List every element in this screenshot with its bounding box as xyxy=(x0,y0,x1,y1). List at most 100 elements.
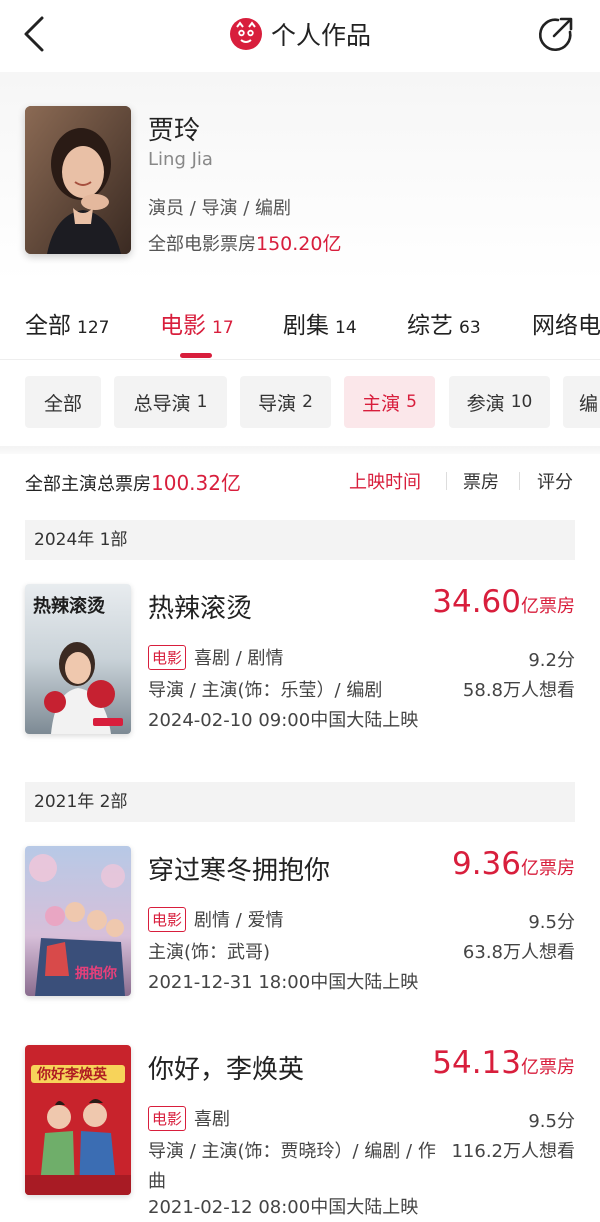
chip-label: 主演 xyxy=(362,392,401,415)
movie-item[interactable]: 拥抱你 穿过寒冬拥抱你 9.36亿票房 电影 剧情 / 爱情 9.5分 主演(饰… xyxy=(0,846,600,1016)
movie-genre: 剧情 / 爱情 xyxy=(194,910,284,931)
type-badge: 电影 xyxy=(148,1105,187,1131)
movie-release-date: 2021-12-31 18:00中国大陆上映 xyxy=(148,972,419,993)
tab-count: 127 xyxy=(77,318,110,338)
movie-title[interactable]: 你好，李焕英 xyxy=(148,1049,304,1086)
tab-count: 14 xyxy=(335,318,357,338)
lead-total-label: 全部主演总票房 xyxy=(25,474,151,495)
movie-credit: 主演(饰：武哥) xyxy=(148,942,271,963)
movie-score: 9.5分 xyxy=(528,1111,575,1132)
sort-row: 全部主演总票房100.32亿 上映时间 票房 评分 xyxy=(0,454,600,514)
profile-card: 贾玲 Ling Jia 演员 / 导演 / 编剧 全部电影票房150.20亿 xyxy=(0,72,600,282)
header-center: 个人作品 xyxy=(0,14,600,54)
chip-label: 全部 xyxy=(43,392,82,415)
person-name-en: Ling Jia xyxy=(148,149,213,170)
movie-type-genre: 电影 喜剧 xyxy=(148,1105,230,1131)
role-filter-chips: 全部 总导演 1 导演 2 主演 5 参演 10 编 xyxy=(0,360,600,446)
movie-box-office: 54.13亿票房 xyxy=(432,1045,575,1081)
chip-writer[interactable]: 编 xyxy=(563,376,600,428)
tab-variety[interactable]: 综艺 63 xyxy=(407,306,481,340)
movie-score: 9.5分 xyxy=(528,912,575,933)
type-badge: 电影 xyxy=(148,644,187,670)
box-office-unit: 亿票房 xyxy=(521,1057,575,1078)
chip-supporting-actor[interactable]: 参演 10 xyxy=(449,376,550,428)
total-box-office: 全部电影票房150.20亿 xyxy=(148,229,341,256)
movie-title[interactable]: 穿过寒冬拥抱你 xyxy=(148,850,330,887)
chip-label: 编 xyxy=(579,392,599,415)
tab-count: 63 xyxy=(459,318,481,338)
category-tabs: 全部 127 电影 17 剧集 14 综艺 63 网络电 xyxy=(0,282,600,360)
sort-by-rating[interactable]: 评分 xyxy=(537,468,573,494)
movie-poster[interactable]: 你好李焕英 xyxy=(25,1045,131,1195)
maoyan-logo-icon xyxy=(229,18,262,50)
lead-total-value: 100.32亿 xyxy=(151,471,241,495)
poster-image: 拥抱你 xyxy=(25,846,131,996)
chip-count: 5 xyxy=(406,392,417,412)
tab-count: 17 xyxy=(212,318,234,338)
year-header: 2024年 1部 xyxy=(25,520,575,560)
sort-divider xyxy=(446,472,447,490)
poster-image: 你好李焕英 xyxy=(25,1045,131,1195)
movie-want-count: 116.2万人想看 xyxy=(451,1141,575,1162)
chip-count: 10 xyxy=(510,392,533,412)
active-tab-indicator xyxy=(180,353,212,358)
movie-want-count: 63.8万人想看 xyxy=(462,942,575,963)
movie-box-office: 9.36亿票房 xyxy=(452,846,575,882)
movie-item[interactable]: 你好李焕英 你好，李焕英 54.13亿票房 电影 喜剧 9.5分 导演 / 主演… xyxy=(0,1045,600,1222)
movie-release-date: 2021-02-12 08:00中国大陆上映 xyxy=(148,1197,419,1218)
movie-score: 9.2分 xyxy=(528,650,575,671)
chip-label: 导演 xyxy=(258,392,297,415)
poster-title-text: 拥抱你 xyxy=(75,965,117,982)
box-office-number: 9.36 xyxy=(451,846,521,882)
person-roles: 演员 / 导演 / 编剧 xyxy=(148,198,292,219)
tab-label: 全部 xyxy=(25,313,71,339)
movie-genre: 喜剧 xyxy=(194,1109,231,1130)
person-name: 贾玲 xyxy=(148,116,201,146)
movie-genre: 喜剧 / 剧情 xyxy=(194,648,284,669)
chip-count: 1 xyxy=(196,392,208,412)
avatar[interactable] xyxy=(25,106,131,254)
page-title: 个人作品 xyxy=(270,21,371,50)
sort-by-box-office[interactable]: 票房 xyxy=(463,468,499,494)
box-office-number: 54.13 xyxy=(432,1045,521,1081)
sort-by-release-date[interactable]: 上映时间 xyxy=(349,468,421,494)
chip-lead-actor[interactable]: 主演 5 xyxy=(344,376,435,428)
chip-director[interactable]: 导演 2 xyxy=(240,376,331,428)
movie-type-genre: 电影 喜剧 / 剧情 xyxy=(148,644,284,670)
top-bar: 个人作品 xyxy=(0,0,600,70)
tab-series[interactable]: 剧集 14 xyxy=(283,306,357,340)
movie-credit: 导演 / 主演(饰：贾晓玲）/ 编剧 / 作曲 xyxy=(148,1141,436,1192)
chip-label: 总导演 xyxy=(133,392,191,415)
box-office-unit: 亿票房 xyxy=(521,596,575,617)
total-box-office-value: 150.20亿 xyxy=(256,233,342,255)
poster-title-text: 热辣滚烫 xyxy=(33,595,106,617)
movie-want-count: 58.8万人想看 xyxy=(462,680,575,701)
tab-web[interactable]: 网络电 xyxy=(532,306,600,340)
tab-all[interactable]: 全部 127 xyxy=(25,306,109,340)
portrait-photo xyxy=(25,106,131,254)
type-badge: 电影 xyxy=(148,906,187,932)
chip-all[interactable]: 全部 xyxy=(25,376,101,428)
lead-total-box-office: 全部主演总票房100.32亿 xyxy=(25,467,241,496)
poster-image: 热辣滚烫 xyxy=(25,584,131,734)
chip-label: 参演 xyxy=(466,392,505,415)
poster-title-text: 你好李焕英 xyxy=(36,1066,108,1083)
share-icon xyxy=(538,17,573,52)
movie-title[interactable]: 热辣滚烫 xyxy=(148,588,252,625)
tab-label: 网络电 xyxy=(532,313,600,339)
total-box-office-label: 全部电影票房 xyxy=(148,234,256,255)
share-button[interactable] xyxy=(536,14,576,54)
chip-chief-director[interactable]: 总导演 1 xyxy=(114,376,227,428)
box-office-unit: 亿票房 xyxy=(521,858,575,879)
tab-label: 剧集 xyxy=(283,313,329,339)
sort-divider xyxy=(519,472,520,490)
tab-label: 综艺 xyxy=(407,313,453,339)
tab-movie[interactable]: 电影 17 xyxy=(160,306,234,340)
section-divider xyxy=(0,446,600,454)
movie-poster[interactable]: 热辣滚烫 xyxy=(25,584,131,734)
year-header: 2021年 2部 xyxy=(25,782,575,822)
movie-release-date: 2024-02-10 09:00中国大陆上映 xyxy=(148,710,419,731)
movie-item[interactable]: 热辣滚烫 热辣滚烫 34.60亿票房 电影 喜剧 / 剧情 9.2分 导演 / … xyxy=(0,584,600,754)
movie-poster[interactable]: 拥抱你 xyxy=(25,846,131,996)
chip-count: 2 xyxy=(302,392,313,412)
